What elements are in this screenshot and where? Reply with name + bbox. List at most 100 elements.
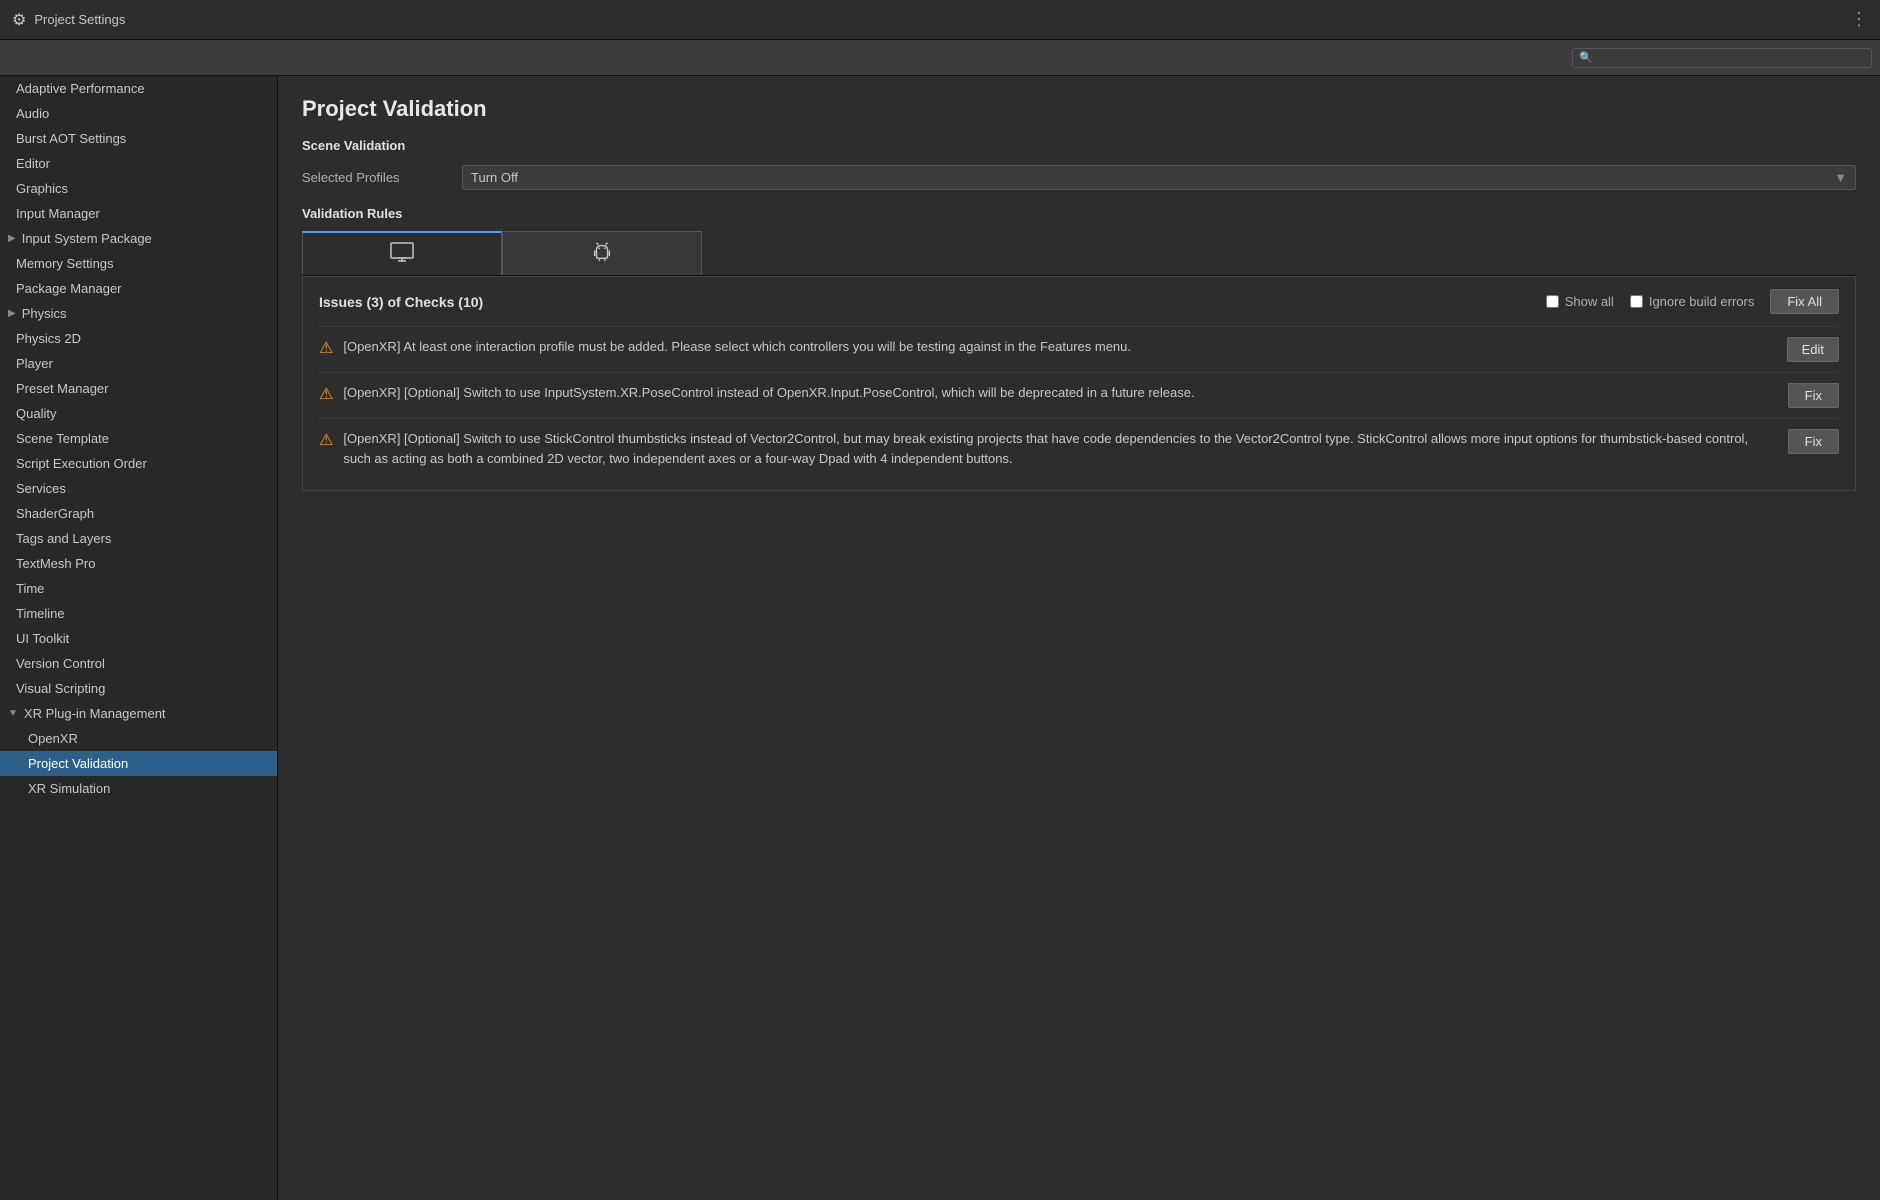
sidebar-item-scene-template[interactable]: Scene Template <box>0 426 277 451</box>
sidebar-item-label: TextMesh Pro <box>16 556 95 571</box>
validation-rules-label: Validation Rules <box>302 206 1856 221</box>
ignore-build-errors-group: Ignore build errors <box>1630 294 1755 309</box>
main-layout: Adaptive Performance Audio Burst AOT Set… <box>0 76 1880 1200</box>
monitor-icon <box>390 242 414 267</box>
issue-row: ⚠ [OpenXR] [Optional] Switch to use Stic… <box>319 418 1839 478</box>
tab-desktop[interactable] <box>302 231 502 275</box>
sidebar-item-label: Package Manager <box>16 281 122 296</box>
content-area: Project Validation Scene Validation Sele… <box>278 76 1880 1200</box>
sidebar-item-project-validation[interactable]: Project Validation <box>0 751 277 776</box>
sidebar-item-burst-aot[interactable]: Burst AOT Settings <box>0 126 277 151</box>
sidebar-item-timeline[interactable]: Timeline <box>0 601 277 626</box>
sidebar-item-tags-and-layers[interactable]: Tags and Layers <box>0 526 277 551</box>
show-all-checkbox[interactable] <box>1546 295 1559 308</box>
sidebar-item-ui-toolkit[interactable]: UI Toolkit <box>0 626 277 651</box>
sidebar-item-label: Player <box>16 356 53 371</box>
show-all-group: Show all <box>1546 294 1614 309</box>
issue-text: [OpenXR] [Optional] Switch to use StickC… <box>343 429 1777 468</box>
sidebar-item-label: Input System Package <box>22 231 152 246</box>
issue-text: [OpenXR] At least one interaction profil… <box>343 337 1776 357</box>
sidebar-item-xr-simulation[interactable]: XR Simulation <box>0 776 277 801</box>
issues-panel: Issues (3) of Checks (10) Show all Ignor… <box>302 276 1856 491</box>
sidebar-item-label: Input Manager <box>16 206 100 221</box>
sidebar-item-graphics[interactable]: Graphics <box>0 176 277 201</box>
sidebar-item-openxr[interactable]: OpenXR <box>0 726 277 751</box>
show-all-label: Show all <box>1565 294 1614 309</box>
gear-icon: ⚙ <box>12 10 26 30</box>
sidebar-item-adaptive-performance[interactable]: Adaptive Performance <box>0 76 277 101</box>
issues-title: Issues (3) of Checks (10) <box>319 294 1530 310</box>
window-title: Project Settings <box>34 12 125 27</box>
search-input[interactable] <box>1597 51 1865 65</box>
sidebar-item-label: Scene Template <box>16 431 109 446</box>
dropdown-value: Turn Off <box>471 170 518 185</box>
fix-button[interactable]: Fix <box>1788 429 1839 454</box>
edit-button[interactable]: Edit <box>1787 337 1839 362</box>
platform-tabs <box>302 231 1856 276</box>
sidebar-item-label: Adaptive Performance <box>16 81 145 96</box>
sidebar-item-label: ShaderGraph <box>16 506 94 521</box>
sidebar-item-memory-settings[interactable]: Memory Settings <box>0 251 277 276</box>
sidebar-item-services[interactable]: Services <box>0 476 277 501</box>
sidebar-item-preset-manager[interactable]: Preset Manager <box>0 376 277 401</box>
scene-validation-label: Scene Validation <box>302 138 1856 153</box>
sidebar-item-physics-2d[interactable]: Physics 2D <box>0 326 277 351</box>
ignore-build-errors-label: Ignore build errors <box>1649 294 1755 309</box>
sidebar-item-label: Visual Scripting <box>16 681 105 696</box>
arrow-right-icon: ▶ <box>8 233 16 244</box>
sidebar-item-label: XR Plug-in Management <box>24 706 166 721</box>
sidebar-item-label: Audio <box>16 106 49 121</box>
sidebar-item-label: Memory Settings <box>16 256 114 271</box>
chevron-down-icon: ▼ <box>1834 170 1847 185</box>
tab-android[interactable] <box>502 231 702 275</box>
selected-profiles-label: Selected Profiles <box>302 170 462 185</box>
menu-dots-icon[interactable]: ⋮ <box>1850 9 1868 30</box>
sidebar-item-label: Quality <box>16 406 56 421</box>
sidebar-item-input-manager[interactable]: Input Manager <box>0 201 277 226</box>
sidebar-item-visual-scripting[interactable]: Visual Scripting <box>0 676 277 701</box>
sidebar-item-player[interactable]: Player <box>0 351 277 376</box>
sidebar-item-label: Graphics <box>16 181 68 196</box>
page-title: Project Validation <box>302 96 1856 122</box>
sidebar-item-label: Preset Manager <box>16 381 109 396</box>
android-icon <box>591 240 613 267</box>
sidebar-item-audio[interactable]: Audio <box>0 101 277 126</box>
sidebar-item-time[interactable]: Time <box>0 576 277 601</box>
sidebar-item-label: Burst AOT Settings <box>16 131 126 146</box>
search-icon: 🔍 <box>1579 51 1593 64</box>
sidebar-item-label: UI Toolkit <box>16 631 69 646</box>
sidebar-item-label: Physics <box>22 306 67 321</box>
selected-profiles-row: Selected Profiles Turn Off ▼ <box>302 165 1856 190</box>
sidebar-item-shadergraph[interactable]: ShaderGraph <box>0 501 277 526</box>
issue-text: [OpenXR] [Optional] Switch to use InputS… <box>343 383 1777 403</box>
sidebar-item-label: Timeline <box>16 606 65 621</box>
arrow-right-icon: ▶ <box>8 308 16 319</box>
sidebar-item-editor[interactable]: Editor <box>0 151 277 176</box>
sidebar-item-script-execution-order[interactable]: Script Execution Order <box>0 451 277 476</box>
sidebar-item-version-control[interactable]: Version Control <box>0 651 277 676</box>
sidebar-item-textmesh-pro[interactable]: TextMesh Pro <box>0 551 277 576</box>
fix-button[interactable]: Fix <box>1788 383 1839 408</box>
sidebar-item-package-manager[interactable]: Package Manager <box>0 276 277 301</box>
fix-all-button[interactable]: Fix All <box>1770 289 1839 314</box>
sidebar-item-label: Editor <box>16 156 50 171</box>
sidebar-item-input-system-package[interactable]: ▶ Input System Package <box>0 226 277 251</box>
sidebar-item-label: Project Validation <box>28 756 128 771</box>
arrow-down-icon: ▼ <box>8 708 18 719</box>
sidebar-item-xr-plugin-management[interactable]: ▼ XR Plug-in Management <box>0 701 277 726</box>
sidebar-item-label: Time <box>16 581 44 596</box>
ignore-build-errors-checkbox[interactable] <box>1630 295 1643 308</box>
profiles-dropdown[interactable]: Turn Off ▼ <box>462 165 1856 190</box>
issue-row: ⚠ [OpenXR] [Optional] Switch to use Inpu… <box>319 372 1839 418</box>
sidebar-item-label: XR Simulation <box>28 781 110 796</box>
sidebar: Adaptive Performance Audio Burst AOT Set… <box>0 76 278 1200</box>
sidebar-item-label: Tags and Layers <box>16 531 111 546</box>
warning-icon: ⚠ <box>319 430 333 450</box>
title-bar: ⚙ Project Settings ⋮ <box>0 0 1880 40</box>
sidebar-item-quality[interactable]: Quality <box>0 401 277 426</box>
sidebar-item-label: Services <box>16 481 66 496</box>
sidebar-item-physics[interactable]: ▶ Physics <box>0 301 277 326</box>
issue-row: ⚠ [OpenXR] At least one interaction prof… <box>319 326 1839 372</box>
sidebar-item-label: Physics 2D <box>16 331 81 346</box>
warning-icon: ⚠ <box>319 384 333 404</box>
